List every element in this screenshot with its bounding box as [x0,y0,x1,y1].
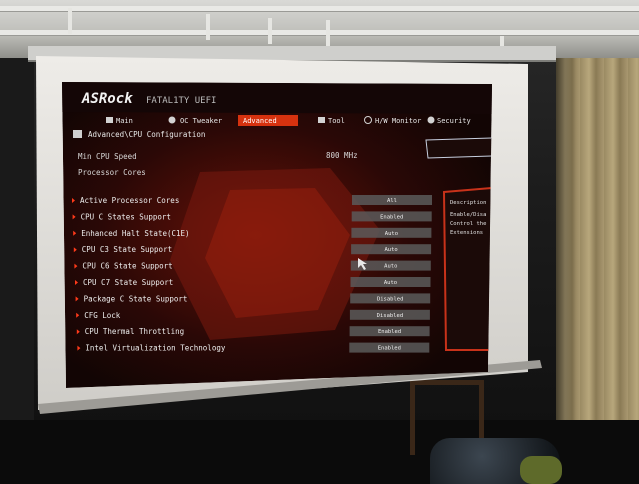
setting-label[interactable]: CPU C6 State Support [82,262,172,271]
setting-label[interactable]: Enhanced Halt State(C1E) [81,229,189,238]
setting-label[interactable]: Active Processor Cores [80,196,179,205]
tab-oc-tweaker[interactable]: OC Tweaker [180,117,222,125]
projection-screen: ASRock FATAL1TY UEFI Main OC Tweaker Adv… [36,56,542,414]
description-line: Control the [450,221,486,227]
fatal1ty-logo: FATAL1TY UEFI [146,96,216,106]
setting-label[interactable]: Intel Virtualization Technology [85,344,225,353]
setting-label[interactable]: CPU Thermal Throttling [85,327,184,336]
tab-tool[interactable]: Tool [328,117,345,125]
breadcrumb: Advanced\CPU Configuration [88,130,205,139]
setting-value: Disabled [377,313,404,319]
setting-value: Auto [384,280,397,286]
description-title: Description [450,200,486,206]
setting-value: Auto [385,231,398,237]
setting-label[interactable]: Package C State Support [84,294,188,303]
setting-value: Enabled [378,329,401,335]
setting-value: Enabled [380,214,403,220]
setting-value: Disabled [377,296,404,302]
gauge-icon [168,116,176,124]
asrock-logo: ASRock [81,91,133,107]
description-tab [425,137,492,159]
tab-main[interactable]: Main [116,117,133,125]
info-label-processor-cores: Processor Cores [78,168,146,177]
info-label-min-cpu-speed: Min CPU Speed [78,152,137,161]
home-icon [106,117,113,123]
setting-label[interactable]: CPU C7 State Support [83,278,173,287]
setting-label[interactable]: CPU C3 State Support [82,245,172,254]
tab-hw-monitor[interactable]: H/W Monitor [375,117,421,125]
info-value-min-cpu-speed: 800 MHz [326,151,358,160]
tab-security[interactable]: Security [437,117,471,125]
tool-icon [318,117,325,123]
shield-icon [427,116,435,124]
setting-value: Auto [384,247,397,253]
description-line: Enable/Disa [450,212,486,218]
setting-value: Enabled [378,346,401,352]
tab-advanced[interactable]: Advanced [243,117,277,125]
description-line: Extensions [450,230,483,236]
back-icon[interactable] [73,130,82,138]
setting-label[interactable]: CFG Lock [84,311,121,320]
setting-label[interactable]: CPU C States Support [81,212,171,221]
setting-value: All [387,198,397,204]
setting-value: Auto [384,264,397,270]
